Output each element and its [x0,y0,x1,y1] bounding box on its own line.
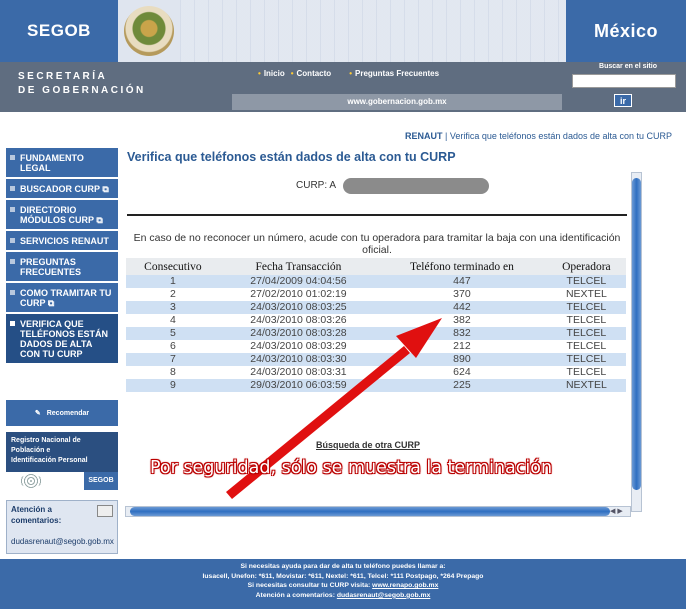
footer: Si necesitas ayuda para dar de alta tu t… [0,559,686,609]
footer-email-link[interactable]: dudasrenaut@segob.gob.mx [337,592,431,599]
footer-line-4: Atención a comentarios: dudasrenaut@sego… [0,591,686,601]
renapo-link[interactable]: www.renapo.gob.mx [372,582,438,589]
footer-line-1: Si necesitas ayuda para dar de alta tu t… [240,563,446,570]
footer-line-4-text: Atención a comentarios: [255,591,335,599]
scroll-left-icon[interactable]: ◀ [610,508,615,515]
scroll-right-icon[interactable]: ▶ [617,508,622,515]
footer-line-3-text: Si necesitas consultar tu CURP visita: [247,582,371,590]
scroll-arrows[interactable]: ◀ ▶ [610,507,623,515]
footer-line-3: Si necesitas consultar tu CURP visita: w… [0,581,686,591]
security-callout: Por seguridad, sólo se muestra la termin… [150,458,553,478]
red-arrow-annotation [226,318,442,499]
vertical-scroll-thumb[interactable] [632,178,641,490]
footer-line-2: Iusacell, Unefon: *611, Movistar: *611, … [202,572,484,580]
horizontal-scroll-thumb[interactable] [130,507,610,516]
